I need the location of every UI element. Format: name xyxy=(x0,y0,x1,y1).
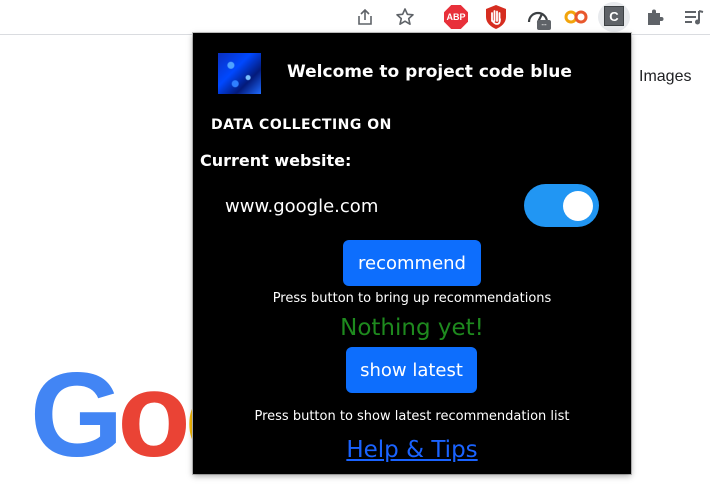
recommend-button[interactable]: recommend xyxy=(343,240,481,286)
adblock-plus-icon[interactable]: ABP xyxy=(444,5,468,29)
google-logo-letter-g: G xyxy=(30,348,123,482)
popup-title: Welcome to project code blue xyxy=(287,62,572,82)
project-logo-image xyxy=(218,53,261,94)
browser-toolbar: ABP -- C xyxy=(0,0,710,35)
data-collecting-status: DATA COLLECTING ON xyxy=(211,117,392,133)
adblock-plus-label: ABP xyxy=(446,12,466,22)
show-latest-button[interactable]: show latest xyxy=(346,347,477,393)
infinity-icon[interactable] xyxy=(564,7,588,27)
code-blue-extension-icon[interactable]: C xyxy=(604,6,624,26)
reading-list-icon[interactable] xyxy=(680,3,708,31)
help-tips-link[interactable]: Help & Tips xyxy=(193,437,631,463)
recommend-hint: Press button to bring up recommendations xyxy=(272,291,552,306)
share-icon[interactable] xyxy=(351,3,379,31)
current-website-value: www.google.com xyxy=(225,196,379,217)
current-website-label: Current website: xyxy=(200,151,352,170)
google-images-link[interactable]: Images xyxy=(639,68,691,86)
star-icon[interactable] xyxy=(391,3,419,31)
browser-window: ABP -- C Images Go Welcome to project co… xyxy=(0,0,710,501)
hand-stop-icon[interactable] xyxy=(484,4,508,30)
latest-hint: Press button to show latest recommendati… xyxy=(254,409,570,424)
recommendation-result: Nothing yet! xyxy=(340,315,484,341)
code-blue-extension-label: C xyxy=(609,8,619,24)
speed-badge: -- xyxy=(537,20,551,30)
toggle-knob xyxy=(563,191,593,221)
puzzle-icon[interactable] xyxy=(641,3,669,31)
google-logo-letter-o1: o xyxy=(117,348,190,482)
data-collecting-toggle[interactable] xyxy=(524,184,599,227)
extension-popup: Welcome to project code blue DATA COLLEC… xyxy=(193,33,631,474)
